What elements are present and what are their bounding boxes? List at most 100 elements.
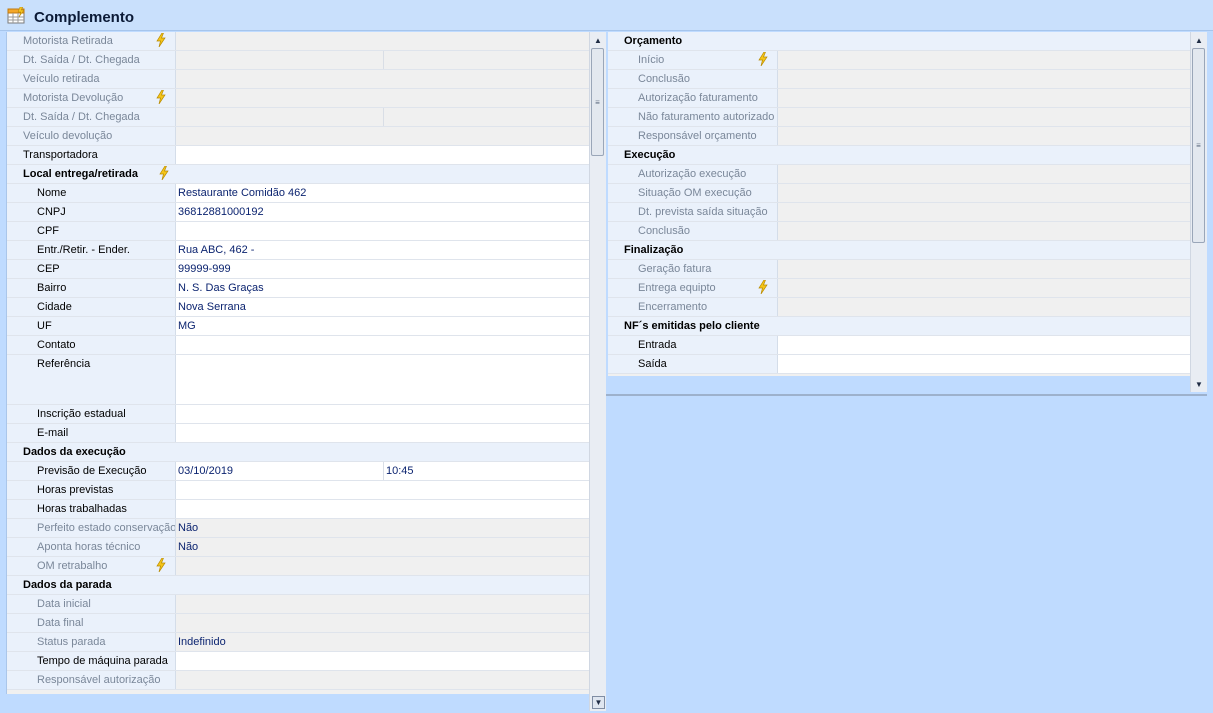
- property-row-referencia[interactable]: Referência: [7, 355, 590, 405]
- property-row-autorizacao-execucao[interactable]: Autorização execução: [608, 165, 1190, 184]
- scroll-up-arrow-icon[interactable]: ▲: [592, 34, 604, 46]
- property-row-status-parada[interactable]: Status parada Indefinido: [7, 633, 590, 652]
- property-value[interactable]: [176, 557, 590, 575]
- property-value[interactable]: [176, 481, 590, 499]
- property-value[interactable]: [176, 424, 590, 442]
- property-value[interactable]: [176, 652, 590, 670]
- property-row-entr-retir-ender[interactable]: Entr./Retir. - Ender. Rua ABC, 462 -: [7, 241, 590, 260]
- property-row-horas-trabalhadas[interactable]: Horas trabalhadas: [7, 500, 590, 519]
- property-row-entrega-equipto[interactable]: Entrega equipto: [608, 279, 1190, 298]
- property-value[interactable]: [176, 70, 590, 88]
- property-row-saida[interactable]: Saída: [608, 355, 1190, 374]
- property-value[interactable]: [176, 355, 590, 404]
- lightning-bolt-icon[interactable]: [158, 165, 170, 183]
- property-value[interactable]: [778, 89, 1190, 107]
- property-row-entrada[interactable]: Entrada: [608, 336, 1190, 355]
- property-value[interactable]: 03/10/2019 10:45: [176, 462, 590, 480]
- property-value[interactable]: [778, 127, 1190, 145]
- property-value[interactable]: [176, 614, 590, 632]
- property-row-responsavel-orcamento[interactable]: Responsável orçamento: [608, 127, 1190, 146]
- property-value[interactable]: [778, 70, 1190, 88]
- property-value[interactable]: Rua ABC, 462 -: [176, 241, 590, 259]
- property-row-motorista-devolucao[interactable]: Motorista Devolução: [7, 89, 590, 108]
- property-row-dt-saida-dt-chegada[interactable]: Dt. Saída / Dt. Chegada: [7, 51, 590, 70]
- property-value[interactable]: Não: [176, 538, 590, 556]
- property-value[interactable]: [176, 127, 590, 145]
- property-value[interactable]: [778, 203, 1190, 221]
- property-row-data-inicial[interactable]: Data inicial: [7, 595, 590, 614]
- property-value[interactable]: Não: [176, 519, 590, 537]
- property-row-aponta-horas-tecnico[interactable]: Aponta horas técnico Não: [7, 538, 590, 557]
- category-dados-da-parada[interactable]: Dados da parada: [7, 576, 590, 595]
- property-row-nao-faturamento-autorizado[interactable]: Não faturamento autorizado: [608, 108, 1190, 127]
- property-row-veiculo-retirada[interactable]: Veículo retirada: [7, 70, 590, 89]
- scroll-down-arrow-icon[interactable]: ▼: [1193, 378, 1205, 390]
- property-value[interactable]: [778, 336, 1190, 354]
- property-row-autorizacao-faturamento[interactable]: Autorização faturamento: [608, 89, 1190, 108]
- property-row-tempo-de-maquina-parada[interactable]: Tempo de máquina parada: [7, 652, 590, 671]
- property-value[interactable]: [778, 51, 1190, 69]
- property-value[interactable]: [176, 108, 590, 126]
- property-value[interactable]: [176, 89, 590, 107]
- property-row-cpf[interactable]: CPF: [7, 222, 590, 241]
- property-row-e-mail[interactable]: E-mail: [7, 424, 590, 443]
- property-value[interactable]: [176, 222, 590, 240]
- lightning-bolt-icon[interactable]: [155, 557, 167, 575]
- property-row-conclusao[interactable]: Conclusão: [608, 70, 1190, 89]
- property-value[interactable]: [778, 165, 1190, 183]
- property-value-secondary[interactable]: 10:45: [383, 462, 590, 480]
- property-row-contato[interactable]: Contato: [7, 336, 590, 355]
- property-value[interactable]: [176, 500, 590, 518]
- category-nf-s-emitidas-pelo-cliente[interactable]: NF´s emitidas pelo cliente: [608, 317, 1190, 336]
- property-value[interactable]: [176, 595, 590, 613]
- property-value[interactable]: [778, 108, 1190, 126]
- property-row-dt-saida-dt-chegada[interactable]: Dt. Saída / Dt. Chegada: [7, 108, 590, 127]
- property-row-motorista-retirada[interactable]: Motorista Retirada: [7, 32, 590, 51]
- property-value[interactable]: 36812881000192: [176, 203, 590, 221]
- property-row-cidade[interactable]: Cidade Nova Serrana: [7, 298, 590, 317]
- property-row-om-retrabalho[interactable]: OM retrabalho: [7, 557, 590, 576]
- property-value[interactable]: 99999-999: [176, 260, 590, 278]
- property-row-transportadora[interactable]: Transportadora: [7, 146, 590, 165]
- property-row-conclusao[interactable]: Conclusão: [608, 222, 1190, 241]
- scroll-thumb[interactable]: ≡: [1192, 48, 1205, 243]
- property-value[interactable]: Indefinido: [176, 633, 590, 651]
- property-value[interactable]: [176, 32, 590, 50]
- category-dados-da-execucao[interactable]: Dados da execução: [7, 443, 590, 462]
- category-local-entrega-retirada[interactable]: Local entrega/retirada: [7, 165, 590, 184]
- category-orcamento[interactable]: Orçamento: [608, 32, 1190, 51]
- lightning-bolt-icon[interactable]: [757, 51, 769, 69]
- property-row-encerramento[interactable]: Encerramento: [608, 298, 1190, 317]
- category-finalizacao[interactable]: Finalização: [608, 241, 1190, 260]
- property-value[interactable]: Restaurante Comidão 462: [176, 184, 590, 202]
- property-value[interactable]: [176, 671, 590, 689]
- property-value[interactable]: [176, 146, 590, 164]
- property-row-perfeito-estado-conservacao[interactable]: Perfeito estado conservação Não: [7, 519, 590, 538]
- property-row-geracao-fatura[interactable]: Geração fatura: [608, 260, 1190, 279]
- property-row-previsao-de-execucao[interactable]: Previsão de Execução 03/10/2019 10:45: [7, 462, 590, 481]
- property-row-inicio[interactable]: Início: [608, 51, 1190, 70]
- left-vertical-scrollbar[interactable]: ▲ ≡ ▼: [589, 32, 606, 711]
- property-value-secondary[interactable]: [383, 108, 590, 126]
- property-row-cep[interactable]: CEP 99999-999: [7, 260, 590, 279]
- property-value[interactable]: [778, 355, 1190, 373]
- property-row-situacao-om-execucao[interactable]: Situação OM execução: [608, 184, 1190, 203]
- property-value[interactable]: [176, 405, 590, 423]
- property-row-dt-prevista-saida-situacao[interactable]: Dt. prevista saída situação: [608, 203, 1190, 222]
- lightning-bolt-icon[interactable]: [155, 32, 167, 50]
- property-row-responsavel-autorizacao[interactable]: Responsável autorização: [7, 671, 590, 690]
- lightning-bolt-icon[interactable]: [155, 89, 167, 107]
- scroll-down-arrow-icon[interactable]: ▼: [592, 696, 605, 709]
- property-row-uf[interactable]: UF MG: [7, 317, 590, 336]
- property-value-secondary[interactable]: [383, 51, 590, 69]
- lightning-bolt-icon[interactable]: [757, 279, 769, 297]
- property-row-nome[interactable]: Nome Restaurante Comidão 462: [7, 184, 590, 203]
- property-value[interactable]: [778, 260, 1190, 278]
- category-execucao[interactable]: Execução: [608, 146, 1190, 165]
- property-row-horas-previstas[interactable]: Horas previstas: [7, 481, 590, 500]
- property-value[interactable]: [778, 279, 1190, 297]
- scroll-thumb[interactable]: ≡: [591, 48, 604, 156]
- property-value[interactable]: Nova Serrana: [176, 298, 590, 316]
- property-row-data-final[interactable]: Data final: [7, 614, 590, 633]
- property-value[interactable]: [778, 184, 1190, 202]
